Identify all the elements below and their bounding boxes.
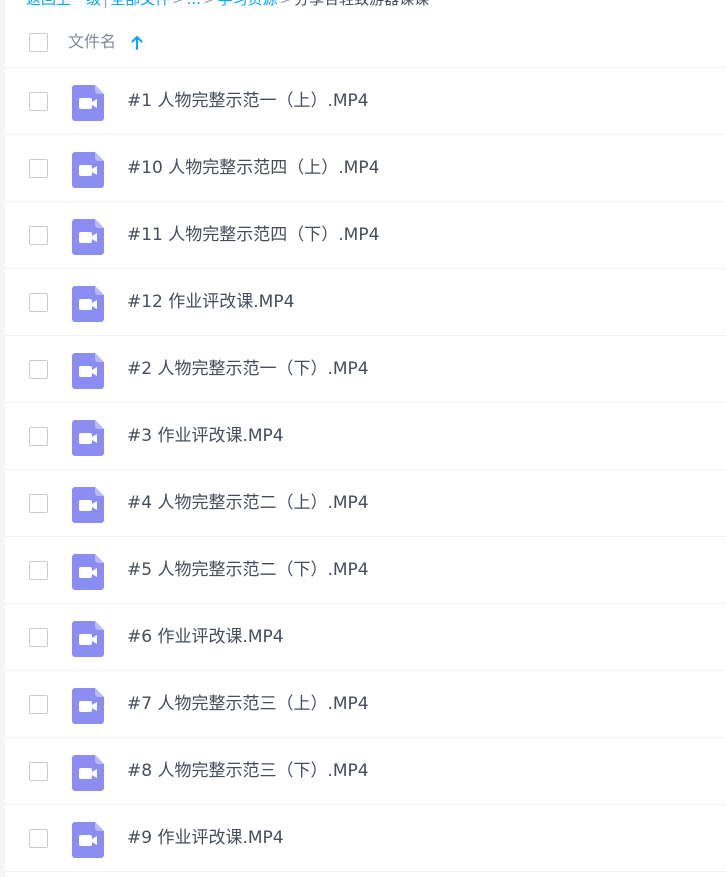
file-name-link[interactable]: #11 人物完整示范四（下）.MP4 [127, 225, 379, 246]
video-file-icon [72, 755, 104, 791]
file-row-checkbox[interactable] [29, 92, 48, 111]
file-row-checkbox[interactable] [29, 561, 48, 580]
video-file-icon [72, 688, 104, 724]
file-name-link[interactable]: #10 人物完整示范四（上）.MP4 [127, 158, 379, 179]
file-name-link[interactable]: #8 人物完整示范三（下）.MP4 [127, 761, 369, 782]
file-row[interactable]: #8 人物完整示范三（下）.MP4 [5, 738, 726, 805]
breadcrumb-separator: > [280, 0, 293, 8]
file-row[interactable]: #12 作业评改课.MP4 [5, 269, 726, 336]
file-row-checkbox[interactable] [29, 226, 48, 245]
file-name-link[interactable]: #2 人物完整示范一（下）.MP4 [127, 359, 369, 380]
file-name-link[interactable]: #12 作业评改课.MP4 [127, 292, 294, 313]
file-row[interactable]: #11 人物完整示范四（下）.MP4 [5, 202, 726, 269]
file-rows: #1 人物完整示范一（上）.MP4 #10 人物完整示范四（上）.MP4 #11 人… [5, 68, 726, 872]
file-row[interactable]: #4 人物完整示范二（上）.MP4 [5, 470, 726, 537]
video-file-icon [72, 286, 104, 322]
sort-ascending-icon[interactable] [130, 35, 144, 51]
file-row[interactable]: #1 人物完整示范一（上）.MP4 [5, 68, 726, 135]
video-file-icon [72, 152, 104, 188]
breadcrumb-separator: > [203, 0, 216, 8]
file-name-link[interactable]: #1 人物完整示范一（上）.MP4 [127, 91, 369, 112]
file-row-checkbox[interactable] [29, 829, 48, 848]
file-row[interactable]: #3 作业评改课.MP4 [5, 403, 726, 470]
video-file-icon [72, 554, 104, 590]
file-row-checkbox[interactable] [29, 695, 48, 714]
file-row-checkbox[interactable] [29, 293, 48, 312]
video-file-icon [72, 822, 104, 858]
file-browser-page: 返回上一级|全部文件>...>学习资源>分享合轻致游器课课 文件名 #1 人物完… [0, 0, 726, 877]
file-row[interactable]: #5 人物完整示范二（下）.MP4 [5, 537, 726, 604]
breadcrumb: 返回上一级|全部文件>...>学习资源>分享合轻致游器课课 [26, 0, 429, 8]
breadcrumb-link-all-files[interactable]: 全部文件 [110, 0, 170, 8]
select-all-checkbox[interactable] [29, 33, 48, 52]
breadcrumb-separator: | [103, 0, 108, 8]
file-row-checkbox[interactable] [29, 427, 48, 446]
file-name-link[interactable]: #5 人物完整示范二（下）.MP4 [127, 560, 369, 581]
video-file-icon [72, 487, 104, 523]
video-file-icon [72, 353, 104, 389]
file-name-link[interactable]: #9 作业评改课.MP4 [127, 828, 284, 849]
breadcrumb-back-link[interactable]: 返回上一级 [26, 0, 101, 8]
file-row-checkbox[interactable] [29, 494, 48, 513]
breadcrumb-separator: > [172, 0, 185, 8]
file-row-checkbox[interactable] [29, 762, 48, 781]
file-row-checkbox[interactable] [29, 628, 48, 647]
video-file-icon [72, 219, 104, 255]
breadcrumb-link-folder[interactable]: 学习资源 [218, 0, 278, 8]
file-name-link[interactable]: #7 人物完整示范三（上）.MP4 [127, 694, 369, 715]
file-name-link[interactable]: #4 人物完整示范二（上）.MP4 [127, 493, 369, 514]
file-name-link[interactable]: #3 作业评改课.MP4 [127, 426, 284, 447]
file-name-link[interactable]: #6 作业评改课.MP4 [127, 627, 284, 648]
video-file-icon [72, 420, 104, 456]
file-list: 文件名 #1 人物完整示范一（上）.MP4 #10 人物完整示范四（上）.MP4 #… [5, 8, 726, 872]
column-header-filename[interactable]: 文件名 [68, 32, 116, 52]
file-row[interactable]: #10 人物完整示范四（上）.MP4 [5, 135, 726, 202]
file-row[interactable]: #7 人物完整示范三（上）.MP4 [5, 671, 726, 738]
file-row[interactable]: #2 人物完整示范一（下）.MP4 [5, 336, 726, 403]
file-row-checkbox[interactable] [29, 159, 48, 178]
file-row-checkbox[interactable] [29, 360, 48, 379]
file-row[interactable]: #6 作业评改课.MP4 [5, 604, 726, 671]
breadcrumb-current-folder: 分享合轻致游器课课 [294, 0, 429, 8]
file-row[interactable]: #9 作业评改课.MP4 [5, 805, 726, 872]
breadcrumb-ellipsis[interactable]: ... [187, 0, 201, 8]
file-list-header: 文件名 [5, 8, 726, 68]
video-file-icon [72, 621, 104, 657]
video-file-icon [72, 85, 104, 121]
